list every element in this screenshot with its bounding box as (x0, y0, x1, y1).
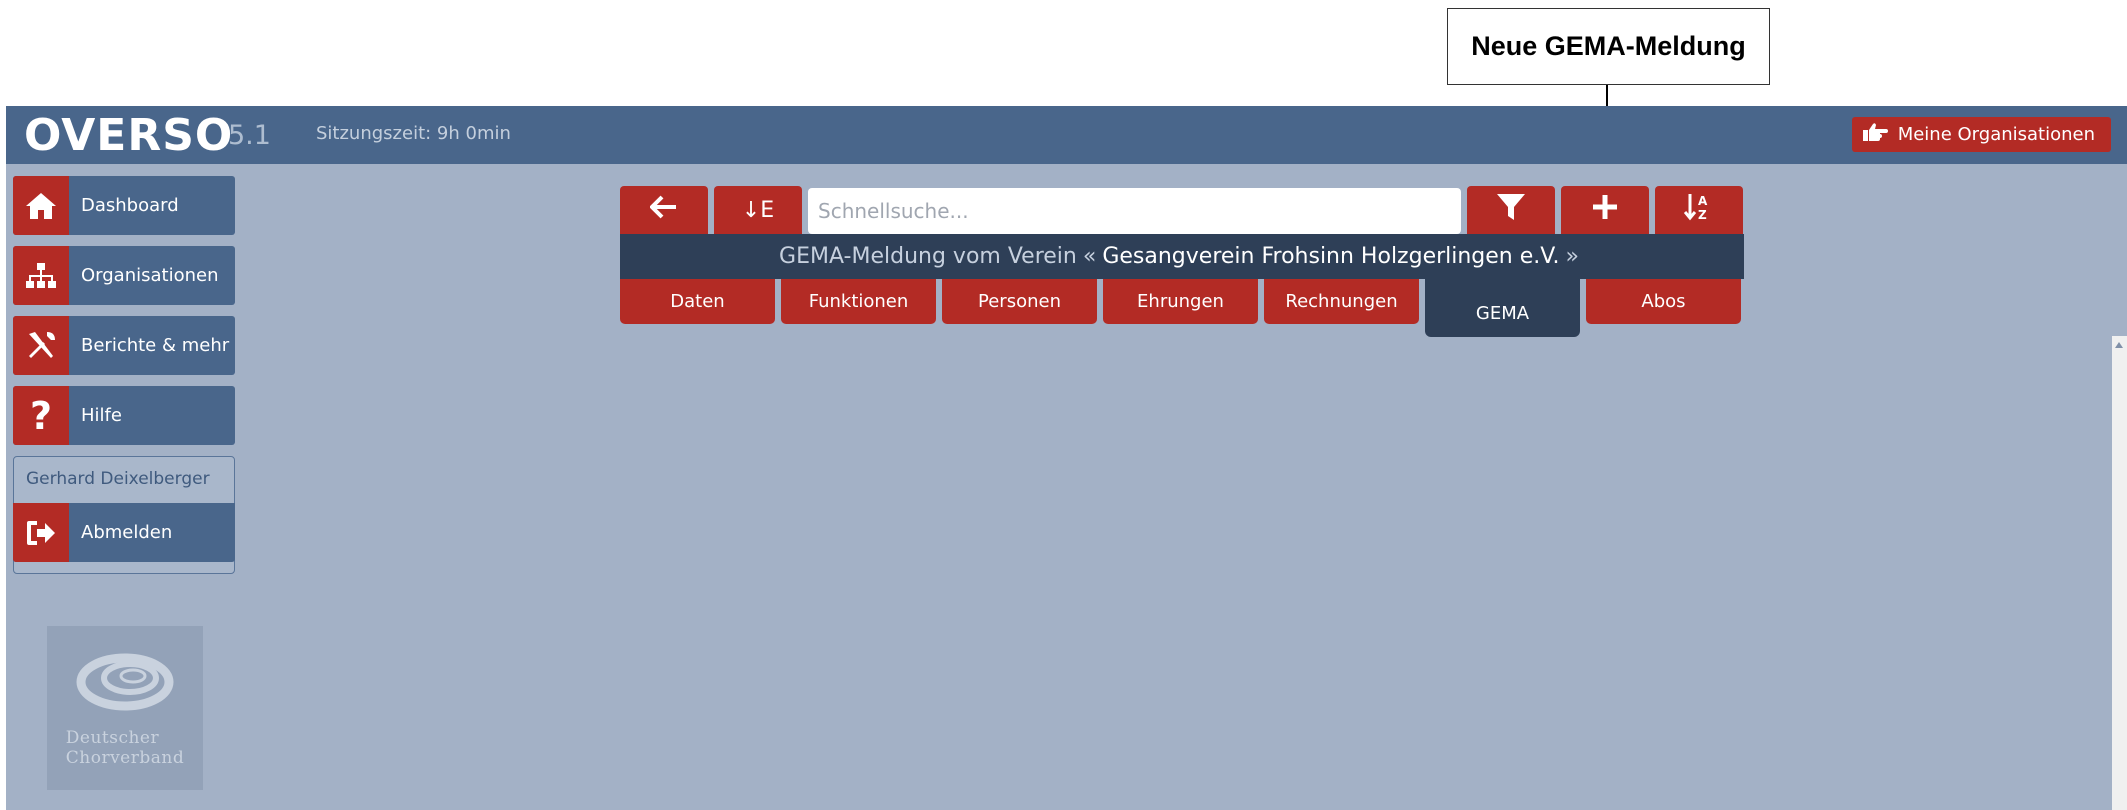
filter-button[interactable] (1467, 186, 1555, 234)
logout-button[interactable]: Abmelden (13, 503, 235, 562)
svg-text:A: A (1698, 194, 1708, 208)
tab-rechnungen[interactable]: Rechnungen (1264, 279, 1419, 324)
sign-out-icon (13, 503, 69, 562)
session-time: Sitzungszeit: 9h 0min (316, 123, 511, 144)
user-name: Gerhard Deixelberger (26, 469, 210, 489)
tab-abos[interactable]: Abos (1586, 279, 1741, 324)
chorverband-logo: Deutscher Chorverband (47, 626, 203, 790)
sidebar-item-hilfe[interactable]: ? Hilfe (13, 386, 235, 445)
logo-line-2: Chorverband (65, 748, 185, 768)
app-window: OVERSO 5.1 Sitzungszeit: 9h 0min Meine O… (6, 106, 2127, 810)
home-icon (13, 176, 69, 235)
sidebar-item-organisationen[interactable]: Organisationen (13, 246, 235, 305)
plus-icon (1591, 193, 1619, 227)
app-logo[interactable]: OVERSO (24, 110, 233, 161)
tab-personen[interactable]: Personen (942, 279, 1097, 324)
sort-az-button[interactable]: AZ (1655, 186, 1743, 234)
chorverband-emblem-icon (76, 653, 174, 711)
svg-text:Z: Z (1698, 208, 1707, 222)
sidebar-item-dashboard[interactable]: Dashboard (13, 176, 235, 235)
back-button[interactable] (620, 186, 708, 234)
tab-ehrungen[interactable]: Ehrungen (1103, 279, 1258, 324)
app-version: 5.1 (228, 120, 271, 151)
top-bar: OVERSO 5.1 Sitzungszeit: 9h 0min Meine O… (6, 106, 2127, 164)
tab-gema[interactable]: GEMA (1425, 279, 1580, 337)
search-input[interactable] (808, 188, 1461, 234)
sidebar-item-label: Organisationen (81, 265, 219, 286)
my-organisations-label: Meine Organisationen (1897, 124, 2095, 145)
sidebar-item-label: Berichte & mehr (81, 335, 230, 356)
sidebar-item-label: Hilfe (81, 405, 122, 426)
question-icon: ? (13, 386, 69, 445)
title-open-quote: « (1082, 244, 1097, 269)
sort-e-button[interactable]: ↓E (714, 186, 802, 234)
scroll-up-icon[interactable] (2115, 342, 2123, 348)
title-prefix: GEMA-Meldung vom Verein (779, 244, 1077, 269)
club-name: Gesangverein Frohsinn Holzgerlingen e.V. (1102, 244, 1560, 269)
tab-daten[interactable]: Daten (620, 279, 775, 324)
tab-funktionen[interactable]: Funktionen (781, 279, 936, 324)
user-panel: Gerhard Deixelberger Abmelden (13, 456, 235, 574)
my-organisations-button[interactable]: Meine Organisationen (1851, 117, 2111, 152)
filter-icon (1496, 192, 1526, 228)
sidebar-item-label: Dashboard (81, 195, 179, 216)
hand-pointing-icon (1862, 122, 1888, 147)
title-close-quote: » (1565, 244, 1579, 269)
page-title: GEMA-Meldung vom Verein « Gesangverein F… (620, 234, 1744, 279)
sitemap-icon (13, 246, 69, 305)
sort-az-icon: AZ (1683, 192, 1714, 228)
sort-e-label: ↓E (741, 197, 775, 223)
callout-label: Neue GEMA-Meldung (1447, 8, 1770, 85)
logo-line-1: Deutscher (65, 728, 160, 748)
arrow-left-icon (649, 195, 678, 225)
scrollbar[interactable] (2112, 336, 2127, 810)
logout-label: Abmelden (81, 522, 173, 543)
tools-icon (13, 316, 69, 375)
add-gema-button[interactable] (1561, 186, 1649, 234)
sidebar-item-berichte[interactable]: Berichte & mehr (13, 316, 235, 375)
